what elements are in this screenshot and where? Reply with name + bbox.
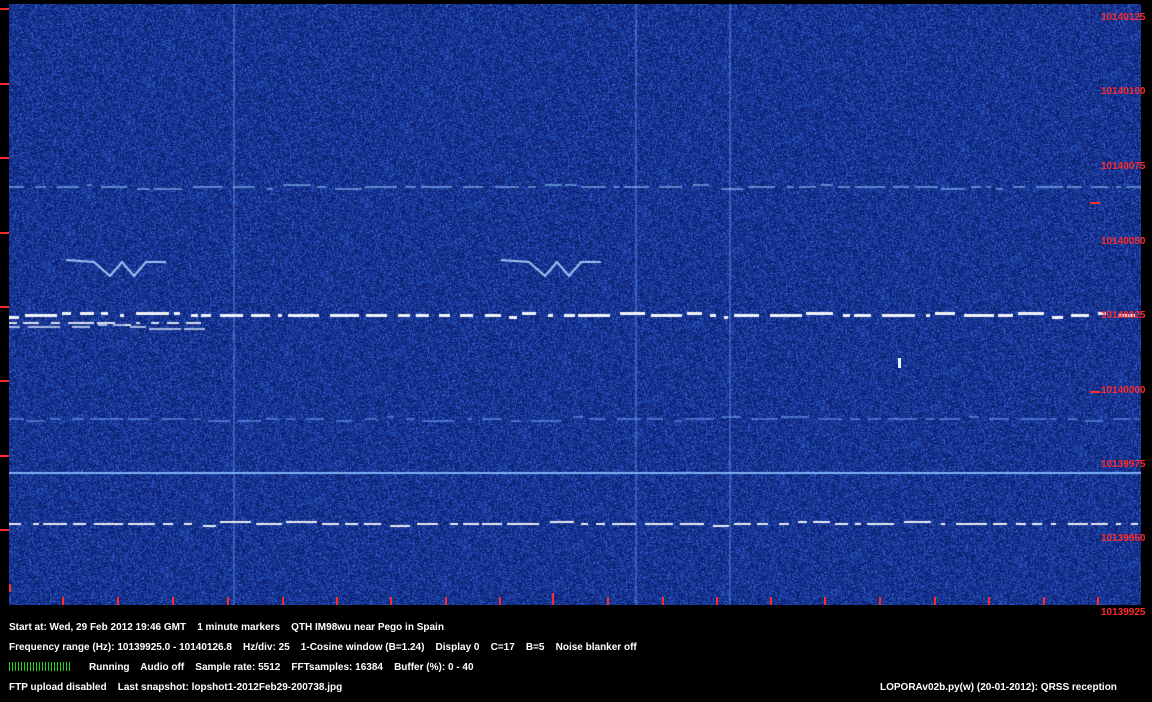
status-start-line: Start at: Wed, 29 Feb 2012 19:46 GMT 1 m…: [9, 622, 444, 633]
time-marker-tick: [499, 597, 501, 605]
time-marker-tick: [390, 597, 392, 605]
freq-label: 10140025: [1101, 310, 1146, 321]
left-scale-tick: [0, 232, 9, 234]
time-marker-tick: [716, 597, 718, 605]
freq-label: 10140050: [1101, 236, 1146, 247]
right-scale-tick: [1090, 202, 1100, 204]
time-marker-tick: [336, 597, 338, 605]
time-marker-tick: [62, 597, 64, 605]
left-scale-tick: [0, 529, 9, 531]
time-marker-tick: [1043, 597, 1045, 605]
time-marker-tick: [172, 597, 174, 605]
left-scale-tick: [0, 8, 9, 10]
time-marker-tick: [227, 597, 229, 605]
freq-label: 10139975: [1101, 459, 1146, 470]
time-marker-tick: [607, 597, 609, 605]
left-scale-tick: [0, 83, 9, 85]
time-marker-tick: [662, 597, 664, 605]
status-frequency-line: Frequency range (Hz): 10139925.0 - 10140…: [9, 642, 637, 653]
time-marker-tick: [934, 597, 936, 605]
freq-label: 10140075: [1101, 161, 1146, 172]
freq-label: 10140000: [1101, 385, 1146, 396]
freq-label: 10140100: [1101, 86, 1146, 97]
status-running-line: Running Audio off Sample rate: 5512 FFTs…: [89, 662, 474, 673]
status-ftp-line: FTP upload disabled Last snapshot: lopsh…: [9, 682, 343, 693]
left-scale-tick: [0, 455, 9, 457]
program-version-label: LOPORAv02b.py(w) (20-01-2012): QRSS rece…: [880, 682, 1117, 693]
freq-label: 10140125: [1101, 12, 1146, 23]
signal-spark: [898, 358, 901, 368]
right-scale-tick: [1090, 391, 1100, 393]
time-marker-tick: [770, 597, 772, 605]
left-scale-tick: [0, 380, 9, 382]
time-marker-tick: [988, 597, 990, 605]
time-marker-tick: [9, 584, 11, 592]
left-scale-tick: [0, 306, 9, 308]
time-marker-tick: [282, 597, 284, 605]
time-marker-tick: [879, 597, 881, 605]
waterfall-spectrogram: [9, 4, 1141, 605]
freq-label: 10139950: [1101, 533, 1146, 544]
time-marker-tick: [117, 597, 119, 605]
time-marker-tick: [824, 597, 826, 605]
freq-label: 10139925: [1101, 607, 1146, 618]
time-marker-tick: [445, 597, 447, 605]
time-marker-tick: [552, 593, 554, 605]
left-scale-tick: [0, 157, 9, 159]
time-marker-tick: [1097, 597, 1099, 605]
audio-level-meter: [9, 662, 71, 671]
